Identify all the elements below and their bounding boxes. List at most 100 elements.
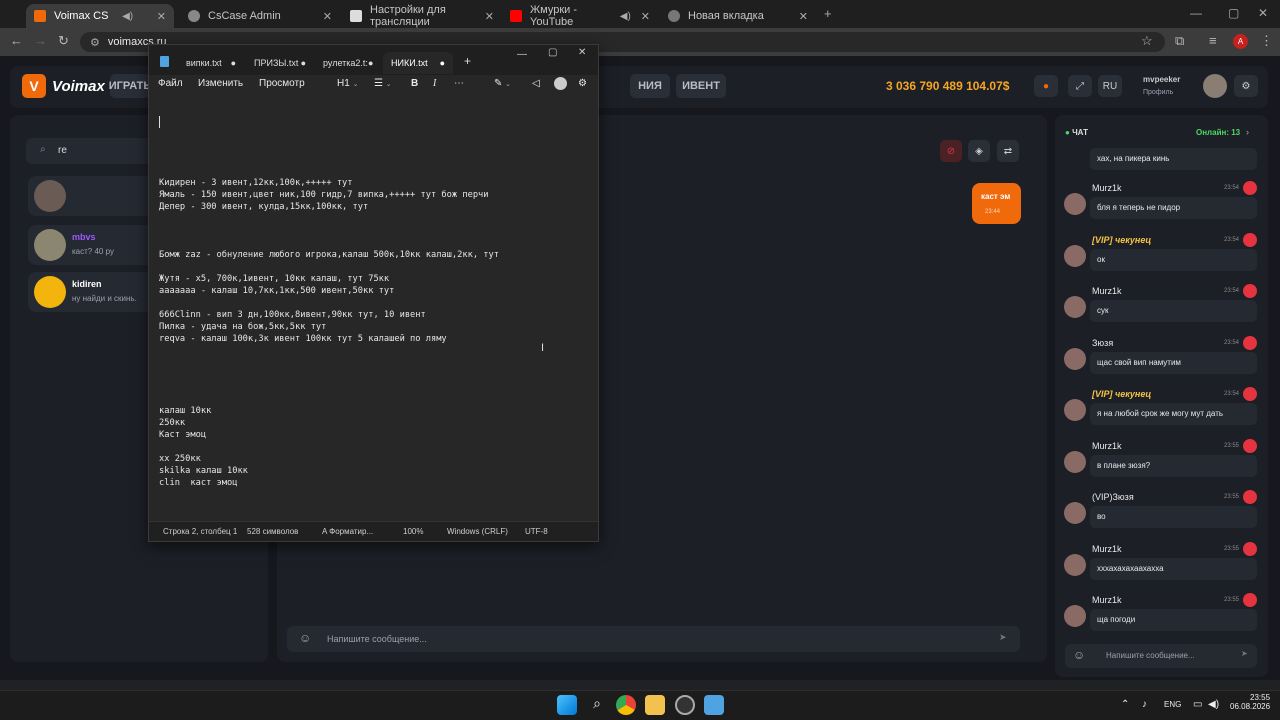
report-icon[interactable] xyxy=(1243,593,1257,607)
close-icon[interactable]: ✕ xyxy=(485,10,494,23)
send-icon[interactable]: ➤ xyxy=(1241,649,1248,658)
site-info-icon[interactable]: ⚙ xyxy=(90,36,100,49)
language-button[interactable]: RU xyxy=(1098,75,1122,97)
maximize-icon[interactable]: ▢ xyxy=(548,47,557,58)
explorer-icon[interactable] xyxy=(645,695,665,715)
settings-icon[interactable]: ⚙ xyxy=(1234,75,1258,97)
nav-play-button[interactable]: ИГРАТЬ xyxy=(109,74,151,98)
logo-icon[interactable]: V xyxy=(22,74,46,98)
emoji-icon[interactable]: ☺ xyxy=(299,631,311,645)
report-icon[interactable] xyxy=(1243,438,1257,453)
user-avatar[interactable] xyxy=(1203,74,1227,98)
nav-item-button[interactable]: НИЯ xyxy=(630,74,670,98)
chat-author[interactable]: Murz1k xyxy=(1092,544,1122,554)
avatar[interactable] xyxy=(1064,553,1086,576)
input-language[interactable]: ENG xyxy=(1164,700,1181,709)
list-icon[interactable]: ☰ ⌄ xyxy=(374,78,392,89)
toggle-button[interactable]: ● xyxy=(1034,75,1058,97)
account-icon[interactable] xyxy=(554,77,567,90)
forward-icon[interactable]: → xyxy=(34,33,47,48)
menu-icon[interactable]: ⋮ xyxy=(1260,33,1273,49)
report-icon[interactable] xyxy=(1243,232,1257,247)
send-icon[interactable]: ➤ xyxy=(999,632,1007,643)
avatar[interactable] xyxy=(1064,399,1086,421)
add-tab-icon[interactable]: + xyxy=(464,54,471,68)
chevron-right-icon[interactable]: › xyxy=(1246,127,1249,137)
magic-icon[interactable]: ✎ ⌄ xyxy=(494,78,511,89)
report-icon[interactable] xyxy=(1243,490,1257,504)
avatar[interactable] xyxy=(1064,450,1086,473)
close-icon[interactable]: ✕ xyxy=(578,47,586,58)
menu-file[interactable]: Файл xyxy=(158,78,183,89)
tab-stream-settings[interactable]: Настройки для трансляции ✕ xyxy=(342,4,502,28)
media-icon[interactable]: ≡ xyxy=(1209,33,1217,48)
avatar[interactable] xyxy=(1064,502,1086,524)
settings-icon[interactable]: ⚙ xyxy=(578,78,587,89)
chat-author[interactable]: Murz1k xyxy=(1092,286,1122,296)
chat-author[interactable]: Murz1k xyxy=(1092,441,1122,451)
minimize-icon[interactable]: — xyxy=(1190,6,1202,20)
tab-youtube[interactable]: Жмурки - YouTube ◀) ✕ xyxy=(502,4,658,28)
avatar[interactable] xyxy=(1064,605,1086,627)
new-tab-button[interactable]: + xyxy=(824,6,832,21)
notepad-text-area[interactable]: Кидирен - 3 ивент,12кк,100к,+++++ тут Ям… xyxy=(159,177,589,489)
report-icon[interactable] xyxy=(1243,284,1257,298)
bookmark-star-icon[interactable]: ☆ xyxy=(1141,33,1153,49)
minimize-icon[interactable]: — xyxy=(517,49,527,60)
notepad-tab[interactable]: випки.txt ● xyxy=(178,52,244,74)
close-icon[interactable]: ✕ xyxy=(799,10,808,23)
fullscreen-icon[interactable]: ⤢ xyxy=(1068,75,1092,97)
notepad-tab[interactable]: рулетка2.t: ● xyxy=(315,52,381,74)
bold-icon[interactable]: B xyxy=(411,78,418,89)
report-icon[interactable] xyxy=(1243,335,1257,350)
tab-new[interactable]: Новая вкладка ✕ xyxy=(660,4,816,28)
obs-icon[interactable] xyxy=(675,695,695,715)
chat-author[interactable]: Murz1k xyxy=(1092,595,1122,605)
tray-chevron-icon[interactable]: ⌃ xyxy=(1121,699,1129,710)
italic-icon[interactable]: I xyxy=(433,78,436,89)
close-icon[interactable]: ✕ xyxy=(323,10,332,23)
notepad-tab-active[interactable]: НИКИ.txt ● xyxy=(383,52,453,74)
chat-author[interactable]: Зюзя xyxy=(1092,338,1113,348)
chat-author[interactable]: [VIP] чекунец xyxy=(1092,389,1151,399)
clock[interactable]: 23:55 06.08.2026 xyxy=(1230,693,1270,711)
chat-author[interactable]: Murz1k xyxy=(1092,183,1122,193)
report-icon[interactable] xyxy=(1243,181,1257,195)
nav-event-button[interactable]: ИВЕНТ xyxy=(676,74,726,98)
tab-voimax[interactable]: Voimax CS ◀) ✕ xyxy=(26,4,174,28)
speaker-icon[interactable]: ◀) xyxy=(620,11,631,22)
report-icon[interactable] xyxy=(1243,387,1257,401)
status-format[interactable]: A Форматир... xyxy=(322,527,373,536)
avatar[interactable] xyxy=(1064,296,1086,318)
avatar[interactable] xyxy=(1064,244,1086,267)
profile-avatar[interactable]: A xyxy=(1233,34,1248,49)
notepad-tab[interactable]: ПРИЗЫ.txt ● xyxy=(246,52,314,74)
logo-text[interactable]: Voimax xyxy=(52,78,105,95)
extensions-icon[interactable]: ⧉ xyxy=(1175,33,1184,49)
tab-cscase[interactable]: CsCase Admin ✕ xyxy=(180,4,340,28)
report-icon[interactable] xyxy=(1243,541,1257,556)
network-icon[interactable]: ▭ xyxy=(1193,699,1202,710)
menu-view[interactable]: Просмотр xyxy=(259,78,305,89)
menu-edit[interactable]: Изменить xyxy=(198,78,243,89)
more-icon[interactable]: ⋯ xyxy=(454,78,464,89)
profile-link[interactable]: Профиль xyxy=(1143,89,1173,96)
reload-icon[interactable]: ↻ xyxy=(58,33,69,49)
mic-icon[interactable]: ♪ xyxy=(1142,699,1147,710)
speaker-icon[interactable]: ◀) xyxy=(122,11,133,22)
heading-dropdown[interactable]: H1 ⌄ xyxy=(337,78,358,89)
start-icon[interactable] xyxy=(557,695,577,715)
block-icon[interactable]: ⊘ xyxy=(940,140,962,162)
back-icon[interactable]: ← xyxy=(10,33,23,48)
volume-icon[interactable]: ◀) xyxy=(1208,699,1219,710)
avatar[interactable] xyxy=(1064,347,1086,370)
message-input[interactable]: ☺ Напишите сообщение... ➤ xyxy=(287,626,1020,652)
notepad-icon[interactable] xyxy=(704,695,724,715)
close-window-icon[interactable]: ✕ xyxy=(1258,6,1268,20)
chat-author[interactable]: [VIP] чекунец xyxy=(1092,235,1151,245)
search-icon[interactable]: ⌕ xyxy=(587,695,607,715)
emoji-icon[interactable]: ☺ xyxy=(1073,648,1085,662)
announce-icon[interactable]: ◁ xyxy=(532,78,540,89)
swap-icon[interactable]: ⇄ xyxy=(997,140,1019,162)
chat-input[interactable]: ☺ Напишите сообщение... ➤ xyxy=(1065,644,1257,668)
